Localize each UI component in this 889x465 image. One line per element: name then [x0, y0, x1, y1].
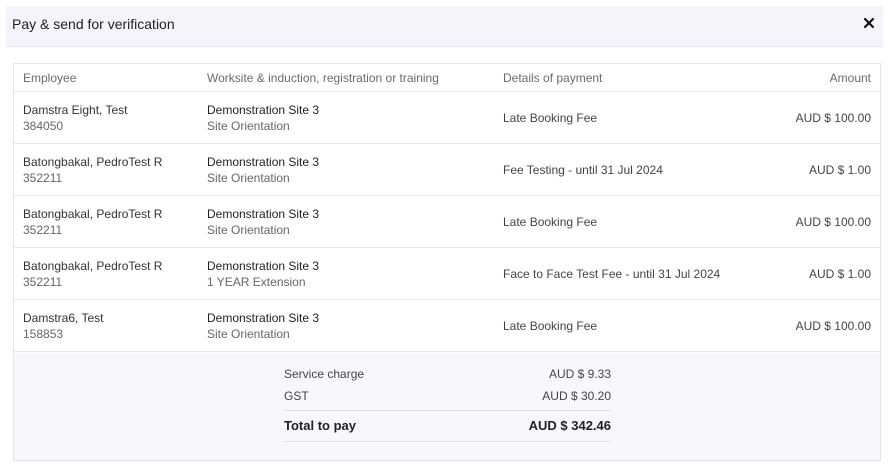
employee-name: Batongbakal, PedroTest R: [23, 259, 163, 273]
induction-name: Site Orientation: [207, 223, 290, 237]
payment-details: Late Booking Fee: [503, 319, 598, 333]
payment-amount: AUD $ 1.00: [808, 267, 871, 281]
payment-details: Late Booking Fee: [503, 111, 598, 125]
payment-amount: AUD $ 100.00: [795, 319, 871, 333]
induction-name: Site Orientation: [207, 119, 290, 133]
table-row: Damstra Eight, Test 384050 Demonstration…: [14, 92, 880, 144]
payment-details: Face to Face Test Fee - until 31 Jul 202…: [503, 267, 721, 281]
worksite-name: Demonstration Site 3: [207, 207, 320, 221]
employee-id: 352211: [23, 275, 63, 289]
total-label: Total to pay: [284, 418, 356, 433]
total-value: AUD $ 342.46: [528, 418, 611, 433]
payment-amount: AUD $ 100.00: [795, 215, 871, 229]
payment-details: Late Booking Fee: [503, 215, 598, 229]
employee-id: 352211: [23, 223, 63, 237]
header-amount: Amount: [829, 71, 871, 85]
close-icon[interactable]: [861, 15, 877, 31]
modal-title: Pay & send for verification: [12, 16, 175, 32]
table-row: Batongbakal, PedroTest R 352211 Demonstr…: [14, 248, 880, 300]
induction-name: Site Orientation: [207, 327, 290, 341]
employee-name: Batongbakal, PedroTest R: [23, 155, 163, 169]
employee-id: 158853: [23, 327, 64, 341]
employee-id: 384050: [23, 119, 64, 133]
payment-amount: AUD $ 1.00: [808, 163, 871, 177]
employee-name: Damstra6, Test: [23, 311, 104, 325]
payment-amount: AUD $ 100.00: [795, 111, 871, 125]
employee-name: Damstra Eight, Test: [23, 103, 128, 117]
service-charge-value: AUD $ 9.33: [548, 367, 611, 381]
modal-header: Pay & send for verification: [6, 6, 883, 47]
pay-verification-modal: Pay & send for verification Employee Wor…: [0, 0, 889, 465]
employee-name: Batongbakal, PedroTest R: [23, 207, 163, 221]
header-worksite: Worksite & induction, registration or tr…: [207, 71, 439, 85]
total-row: Total to pay AUD $ 342.46: [284, 418, 611, 438]
worksite-name: Demonstration Site 3: [207, 259, 320, 273]
induction-name: Site Orientation: [207, 171, 290, 185]
table-row: Batongbakal, PedroTest R 352211 Demonstr…: [14, 144, 880, 196]
service-charge-label: Service charge: [284, 367, 365, 381]
induction-name: 1 YEAR Extension: [207, 275, 306, 289]
header-details: Details of payment: [503, 71, 603, 85]
payment-table: Employee Worksite & induction, registrat…: [13, 63, 881, 461]
payment-details: Fee Testing - until 31 Jul 2024: [503, 163, 663, 177]
worksite-name: Demonstration Site 3: [207, 103, 320, 117]
worksite-name: Demonstration Site 3: [207, 155, 320, 169]
table-row: Batongbakal, PedroTest R 352211 Demonstr…: [14, 196, 880, 248]
payment-summary-area: Service charge AUD $ 9.33 GST AUD $ 30.2…: [14, 353, 880, 460]
employee-id: 352211: [23, 171, 63, 185]
table-row: Damstra6, Test 158853 Demonstration Site…: [14, 300, 880, 352]
gst-label: GST: [284, 389, 309, 403]
worksite-name: Demonstration Site 3: [207, 311, 320, 325]
service-charge-row: Service charge AUD $ 9.33: [284, 367, 611, 387]
gst-value: AUD $ 30.20: [542, 389, 611, 403]
header-employee: Employee: [23, 71, 77, 85]
summary-divider: [284, 410, 611, 411]
gst-row: GST AUD $ 30.20: [284, 389, 611, 409]
table-header: Employee Worksite & induction, registrat…: [14, 64, 880, 92]
summary-divider: [284, 441, 611, 442]
